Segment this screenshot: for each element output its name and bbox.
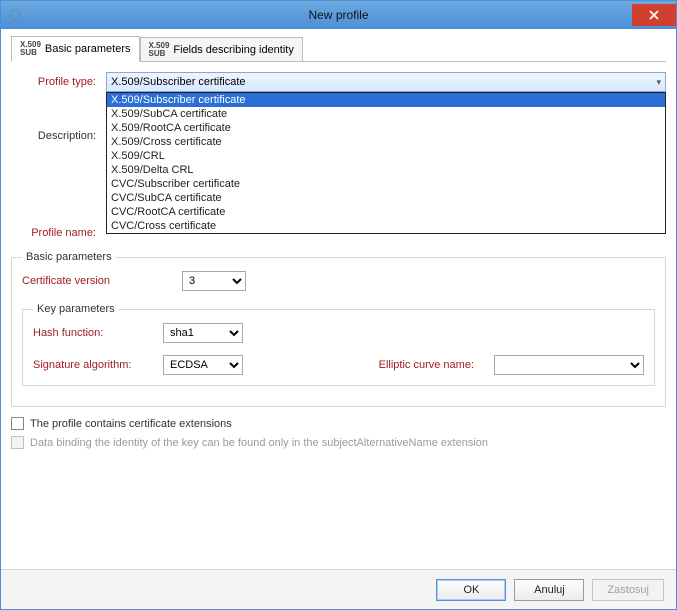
key-parameters-group: Key parameters Hash function: sha1 Signa… xyxy=(22,303,655,386)
profile-type-option[interactable]: X.509/Subscriber certificate xyxy=(107,93,665,107)
profile-type-option[interactable]: X.509/CRL xyxy=(107,149,665,163)
tab-label: Fields describing identity xyxy=(173,44,293,56)
app-icon xyxy=(7,7,23,23)
signature-algorithm-label: Signature algorithm: xyxy=(33,359,163,371)
profile-type-dropdown[interactable]: X.509/Subscriber certificateX.509/SubCA … xyxy=(106,92,666,234)
window-title: New profile xyxy=(1,8,676,22)
basic-parameters-legend: Basic parameters xyxy=(22,251,116,263)
tab-basic-parameters[interactable]: X.509SUB Basic parameters xyxy=(11,36,140,62)
titlebar: New profile xyxy=(1,1,676,29)
key-parameters-legend: Key parameters xyxy=(33,303,119,315)
profile-type-label: Profile type: xyxy=(11,76,96,88)
tab-label: Basic parameters xyxy=(45,43,131,55)
hash-function-select[interactable]: sha1 xyxy=(163,323,243,343)
tab-fields-identity[interactable]: X.509SUB Fields describing identity xyxy=(140,37,303,62)
elliptic-curve-label: Elliptic curve name: xyxy=(379,359,474,371)
profile-type-value: X.509/Subscriber certificate xyxy=(111,76,246,88)
profile-type-option[interactable]: CVC/Cross certificate xyxy=(107,219,665,233)
profile-type-option[interactable]: X.509/SubCA certificate xyxy=(107,107,665,121)
profile-type-option[interactable]: CVC/Subscriber certificate xyxy=(107,177,665,191)
x509-icon: X.509SUB xyxy=(149,42,170,58)
ok-button[interactable]: OK xyxy=(436,579,506,601)
extensions-checkbox[interactable] xyxy=(11,417,24,430)
profile-type-option[interactable]: X.509/Delta CRL xyxy=(107,163,665,177)
description-label: Description: xyxy=(11,130,96,142)
san-checkbox xyxy=(11,436,24,449)
profile-type-option[interactable]: X.509/RootCA certificate xyxy=(107,121,665,135)
dialog-footer: OK Anuluj Zastosuj xyxy=(1,569,676,609)
close-button[interactable] xyxy=(632,4,676,26)
cancel-button[interactable]: Anuluj xyxy=(514,579,584,601)
elliptic-curve-select[interactable] xyxy=(494,355,644,375)
profile-type-select[interactable]: X.509/Subscriber certificate ▾ xyxy=(106,72,666,92)
hash-function-label: Hash function: xyxy=(33,327,163,339)
chevron-down-icon: ▾ xyxy=(656,77,661,88)
certificate-version-label: Certificate version xyxy=(22,275,182,287)
profile-type-option[interactable]: X.509/Cross certificate xyxy=(107,135,665,149)
extensions-checkbox-label: The profile contains certificate extensi… xyxy=(30,418,232,430)
san-checkbox-label: Data binding the identity of the key can… xyxy=(30,437,488,449)
signature-algorithm-select[interactable]: ECDSA xyxy=(163,355,243,375)
profile-type-option[interactable]: CVC/SubCA certificate xyxy=(107,191,665,205)
profile-name-label: Profile name: xyxy=(11,227,96,239)
basic-parameters-group: Basic parameters Certificate version 3 K… xyxy=(11,251,666,407)
profile-type-option[interactable]: CVC/RootCA certificate xyxy=(107,205,665,219)
certificate-version-select[interactable]: 3 xyxy=(182,271,246,291)
san-checkbox-row: Data binding the identity of the key can… xyxy=(11,436,666,449)
apply-button: Zastosuj xyxy=(592,579,664,601)
extensions-checkbox-row[interactable]: The profile contains certificate extensi… xyxy=(11,417,666,430)
tab-bar: X.509SUB Basic parameters X.509SUB Field… xyxy=(11,35,666,61)
x509-icon: X.509SUB xyxy=(20,41,41,57)
